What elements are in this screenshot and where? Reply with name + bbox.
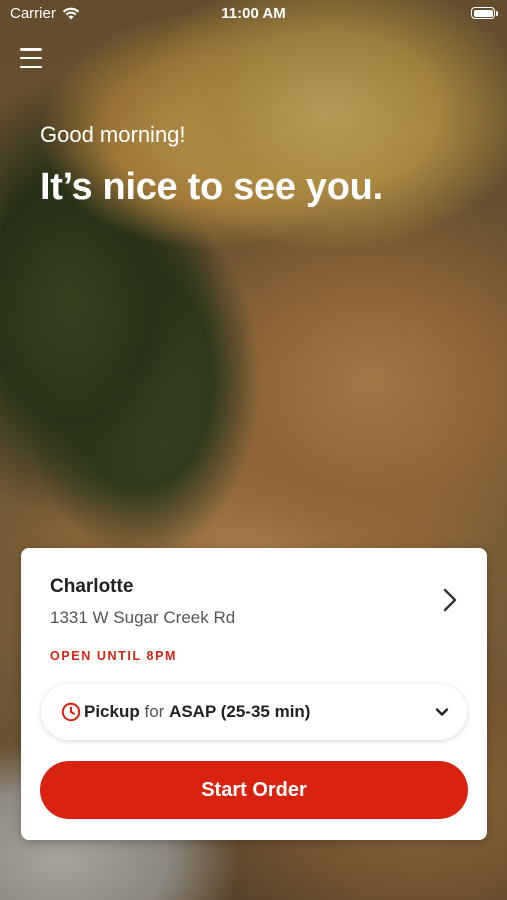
location-card: Charlotte 1331 W Sugar Creek Rd OPEN UNT… bbox=[21, 548, 487, 840]
headline-text: It’s nice to see you. bbox=[40, 166, 383, 208]
chevron-right-icon[interactable] bbox=[439, 586, 461, 614]
start-order-button[interactable]: Start Order bbox=[40, 761, 468, 819]
chevron-down-icon bbox=[435, 705, 449, 719]
status-time: 11:00 AM bbox=[221, 5, 286, 22]
hamburger-menu-icon[interactable] bbox=[20, 48, 42, 68]
home-screen: Carrier 11:00 AM Good morning! It’s nice… bbox=[0, 0, 507, 900]
order-mode-label: Pickup bbox=[84, 702, 140, 721]
location-name: Charlotte bbox=[50, 576, 134, 597]
order-mode-connector: for bbox=[144, 702, 165, 721]
battery-icon bbox=[471, 7, 498, 19]
order-mode-text: Pickup for ASAP (25-35 min) bbox=[84, 702, 310, 722]
status-bar: Carrier 11:00 AM bbox=[0, 0, 507, 28]
order-time-label: ASAP (25-35 min) bbox=[169, 702, 311, 721]
clock-icon bbox=[61, 702, 81, 722]
greeting-text: Good morning! bbox=[40, 122, 186, 147]
location-address: 1331 W Sugar Creek Rd bbox=[50, 608, 236, 627]
location-hours-status: OPEN UNTIL 8PM bbox=[50, 649, 178, 663]
order-mode-selector[interactable]: Pickup for ASAP (25-35 min) bbox=[41, 684, 467, 740]
